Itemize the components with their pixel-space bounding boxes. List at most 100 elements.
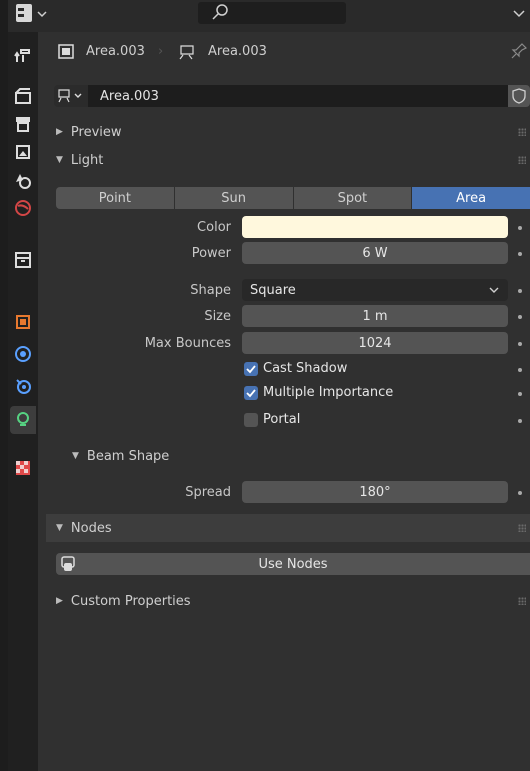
cast-shadow-label[interactable]: Cast Shadow [263, 361, 347, 376]
collapsed-triangle-icon: ▶ [56, 596, 63, 606]
pin-icon [511, 43, 528, 59]
tab-scene[interactable] [10, 166, 36, 194]
panel-title: Beam Shape [86, 448, 170, 464]
tab-tool[interactable] [10, 42, 36, 70]
tab-light-data[interactable] [10, 406, 36, 434]
shape-value: Square [250, 282, 296, 298]
chevron-down-icon [489, 287, 499, 293]
use-nodes-button[interactable]: Use Nodes [56, 553, 530, 575]
editor-type-button[interactable] [14, 2, 52, 26]
light-type-point[interactable]: Point [56, 187, 174, 209]
use-nodes-label: Use Nodes [258, 556, 328, 572]
cast-shadow-checkbox[interactable] [244, 362, 258, 376]
output-icon [16, 117, 30, 132]
tab-view-layer[interactable] [10, 138, 36, 166]
light-type-sun[interactable]: Sun [174, 187, 293, 209]
search-icon [210, 2, 230, 26]
scene-icon [16, 174, 31, 189]
checkmark-icon [246, 365, 256, 374]
object-icon [16, 315, 30, 329]
options-dropdown[interactable] [508, 2, 530, 24]
drag-handle-icon[interactable] [518, 524, 526, 532]
area-light-icon [58, 89, 82, 103]
physics-icon [15, 346, 31, 362]
node-tree-icon [61, 556, 75, 571]
power-field[interactable]: 6 W [242, 242, 508, 264]
portal-checkbox[interactable] [244, 413, 258, 427]
tab-output[interactable] [10, 110, 36, 138]
panel-title: Preview [70, 124, 122, 140]
tab-render[interactable] [10, 82, 36, 110]
color-swatch[interactable] [242, 216, 508, 238]
power-label: Power [191, 246, 231, 261]
subpanel-beam-shape-header[interactable]: ▼ Beam Shape [46, 442, 530, 470]
panel-title: Light [70, 152, 104, 168]
max-bounces-field[interactable]: 1024 [242, 332, 508, 354]
pin-button[interactable] [510, 42, 528, 64]
breadcrumb-data[interactable]: Area.003 [208, 44, 267, 59]
world-icon [15, 200, 31, 216]
keyframe-dot[interactable] [518, 392, 522, 396]
panel-nodes-header[interactable]: ▼ Nodes [46, 514, 530, 542]
tab-texture[interactable] [10, 454, 36, 482]
tab-world[interactable] [10, 194, 36, 222]
keyframe-dot[interactable] [518, 252, 522, 256]
max-bounces-label: Max Bounces [144, 336, 231, 351]
datablock-name-field[interactable]: Area.003 [88, 85, 508, 107]
expanded-triangle-icon: ▼ [72, 451, 79, 461]
panel-light-header[interactable]: ▼ Light [46, 146, 530, 174]
keyframe-dot[interactable] [518, 226, 522, 230]
keyframe-dot[interactable] [518, 342, 522, 346]
drag-handle-icon[interactable] [518, 128, 526, 136]
shape-label: Shape [190, 283, 231, 298]
panel-custom-properties-header[interactable]: ▶ Custom Properties [46, 587, 530, 615]
expanded-triangle-icon: ▼ [56, 155, 63, 165]
color-label: Color [197, 220, 231, 235]
drag-handle-icon[interactable] [518, 597, 526, 605]
datablock-name: Area.003 [100, 88, 159, 104]
expanded-triangle-icon: ▼ [56, 523, 63, 533]
size-field[interactable]: 1 m [242, 305, 508, 327]
object-data-icon [58, 44, 74, 59]
chevron-down-icon [513, 10, 525, 18]
multiple-importance-checkbox[interactable] [244, 386, 258, 400]
breadcrumb-object[interactable]: Area.003 [86, 44, 145, 59]
area-light-icon [179, 45, 194, 60]
breadcrumb-separator: › [158, 44, 164, 59]
modifier-icon [16, 379, 31, 394]
view-layer-icon [16, 145, 30, 159]
size-label: Size [204, 309, 231, 324]
datablock-browse-button[interactable] [54, 85, 88, 107]
collection-icon [15, 252, 31, 268]
properties-editor-icon [16, 4, 47, 22]
light-data-icon [17, 412, 29, 426]
collapsed-triangle-icon: ▶ [56, 127, 63, 137]
checkmark-icon [246, 389, 256, 398]
light-type-spot[interactable]: Spot [293, 187, 412, 209]
drag-handle-icon[interactable] [518, 156, 526, 164]
tool-icon [14, 49, 30, 62]
panel-title: Nodes [70, 520, 112, 536]
spread-field[interactable]: 180° [242, 481, 508, 503]
multiple-importance-label[interactable]: Multiple Importance [263, 385, 393, 400]
keyframe-dot[interactable] [518, 368, 522, 372]
shape-dropdown[interactable]: Square [242, 279, 508, 301]
shield-icon [512, 88, 526, 104]
tab-particles[interactable] [10, 372, 36, 400]
tab-constraints[interactable] [10, 340, 36, 368]
render-icon [15, 88, 31, 104]
panel-preview-header[interactable]: ▶ Preview [46, 118, 530, 146]
panel-title: Custom Properties [70, 593, 191, 609]
portal-label[interactable]: Portal [263, 412, 300, 427]
light-type-area[interactable]: Area [412, 187, 530, 209]
keyframe-dot[interactable] [518, 315, 522, 319]
keyframe-dot[interactable] [518, 491, 522, 495]
tab-object[interactable] [10, 308, 36, 336]
keyframe-dot[interactable] [518, 419, 522, 423]
tab-collection[interactable] [10, 246, 36, 274]
spread-label: Spread [185, 485, 231, 500]
texture-icon [16, 461, 30, 475]
light-type-selector: Point Sun Spot Area [56, 187, 530, 209]
keyframe-dot[interactable] [518, 289, 522, 293]
fake-user-button[interactable] [508, 85, 530, 107]
